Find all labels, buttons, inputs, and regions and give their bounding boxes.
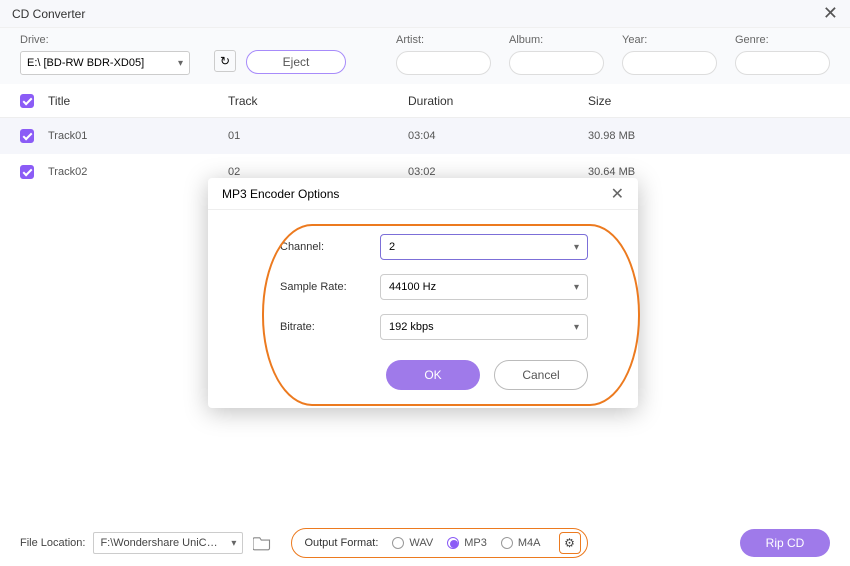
file-location-label: File Location: (20, 537, 85, 549)
table-header: Title Track Duration Size (0, 84, 850, 118)
eject-button[interactable]: Eject (246, 50, 346, 74)
file-location-select[interactable]: F:\Wondershare UniConverter ▾ (93, 532, 243, 554)
close-icon[interactable]: ✕ (611, 184, 624, 204)
title-bar: CD Converter ✕ (0, 0, 850, 28)
drive-select[interactable]: E:\ [BD-RW BDR-XD05] ▾ (20, 51, 190, 75)
chevron-down-icon: ▾ (178, 58, 183, 69)
select-all-checkbox[interactable] (20, 94, 34, 108)
row-checkbox[interactable] (20, 165, 34, 179)
toolbar: Drive: E:\ [BD-RW BDR-XD05] ▾ ↻ Eject Ar… (0, 28, 850, 84)
drive-label: Drive: (20, 34, 220, 46)
samplerate-select[interactable]: 44100 Hz ▾ (380, 274, 588, 300)
radio-icon (447, 537, 459, 549)
album-label: Album: (509, 34, 604, 46)
row-checkbox[interactable] (20, 129, 34, 143)
folder-icon[interactable] (253, 535, 271, 551)
output-format-group: Output Format: WAV MP3 M4A ⚙ (291, 528, 587, 558)
col-track: Track (228, 94, 408, 108)
chevron-down-icon: ▾ (574, 322, 579, 333)
format-m4a[interactable]: M4A (501, 537, 541, 549)
chevron-down-icon: ▾ (231, 538, 236, 549)
col-duration: Duration (408, 94, 588, 108)
settings-icon[interactable]: ⚙ (559, 532, 581, 554)
channel-select[interactable]: 2 ▾ (380, 234, 588, 260)
artist-input[interactable] (396, 51, 491, 75)
modal-title: MP3 Encoder Options (222, 187, 339, 201)
cancel-button[interactable]: Cancel (494, 360, 588, 390)
samplerate-label: Sample Rate: (280, 281, 380, 293)
drive-value: E:\ [BD-RW BDR-XD05] (27, 57, 144, 69)
refresh-button[interactable]: ↻ (214, 50, 236, 72)
genre-input[interactable] (735, 51, 830, 75)
window-title: CD Converter (12, 7, 85, 21)
bitrate-label: Bitrate: (280, 321, 380, 333)
encoder-options-modal: MP3 Encoder Options ✕ Channel: 2 ▾ Sampl… (208, 178, 638, 408)
col-title: Title (48, 94, 228, 108)
album-input[interactable] (509, 51, 604, 75)
format-wav[interactable]: WAV (392, 537, 433, 549)
channel-label: Channel: (280, 241, 380, 253)
chevron-down-icon: ▾ (574, 282, 579, 293)
table-row[interactable]: Track01 01 03:04 30.98 MB (0, 118, 850, 154)
col-size: Size (588, 94, 830, 108)
chevron-down-icon: ▾ (574, 242, 579, 253)
output-format-label: Output Format: (304, 537, 378, 549)
ok-button[interactable]: OK (386, 360, 480, 390)
artist-label: Artist: (396, 34, 491, 46)
bitrate-select[interactable]: 192 kbps ▾ (380, 314, 588, 340)
year-label: Year: (622, 34, 717, 46)
footer-bar: File Location: F:\Wondershare UniConvert… (0, 520, 850, 566)
close-icon[interactable]: ✕ (823, 3, 838, 24)
radio-icon (392, 537, 404, 549)
rip-cd-button[interactable]: Rip CD (740, 529, 830, 557)
radio-icon (501, 537, 513, 549)
format-mp3[interactable]: MP3 (447, 537, 487, 549)
genre-label: Genre: (735, 34, 830, 46)
year-input[interactable] (622, 51, 717, 75)
